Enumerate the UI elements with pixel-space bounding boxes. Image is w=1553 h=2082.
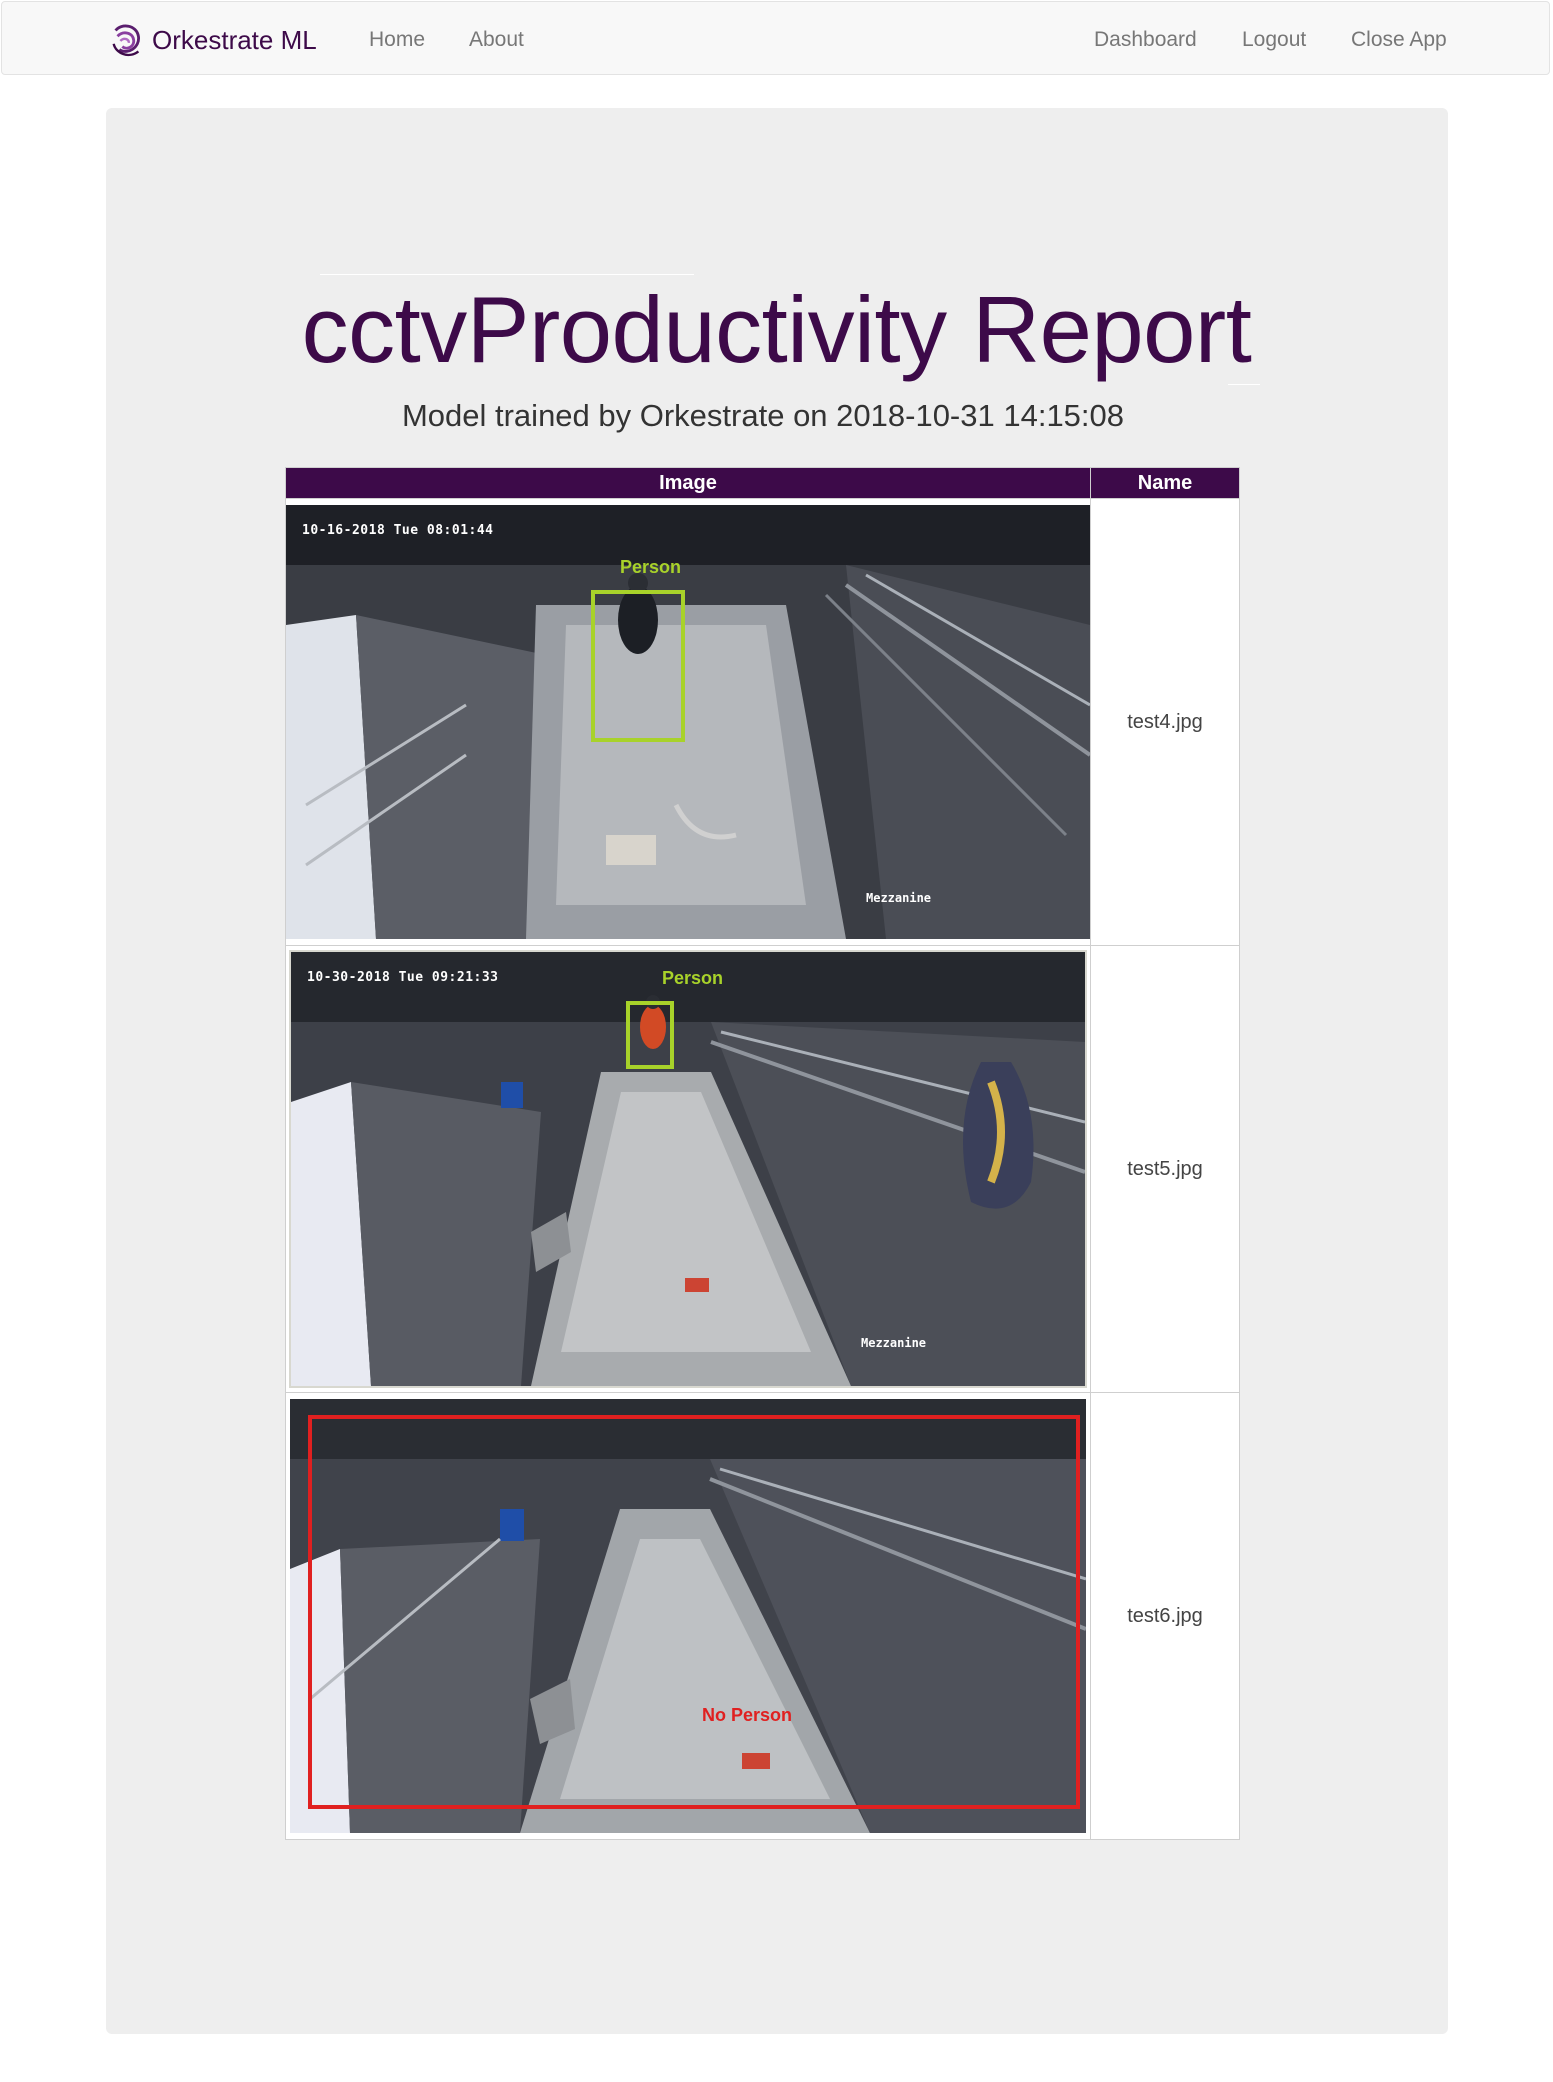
image-cell: No Person — [285, 1392, 1091, 1840]
timestamp-overlay: 10-30-2018 Tue 09:21:33 — [307, 970, 499, 985]
name-cell: test5.jpg — [1090, 945, 1240, 1393]
nav-logout[interactable]: Logout — [1242, 28, 1306, 52]
detection-box — [626, 1001, 674, 1069]
title-divider — [320, 274, 694, 275]
cctv-image-test6[interactable]: No Person — [290, 1399, 1086, 1833]
table-row: 10-16-2018 Tue 08:01:44 Mezzanine Person… — [285, 498, 1240, 946]
cctv-image-test5[interactable]: 10-30-2018 Tue 09:21:33 Mezzanine Person — [289, 950, 1087, 1388]
nav-dashboard[interactable]: Dashboard — [1094, 28, 1197, 52]
nav-close-app[interactable]: Close App — [1351, 28, 1447, 52]
table-header-row: Image Name — [285, 467, 1240, 499]
nav-home[interactable]: Home — [369, 28, 425, 52]
image-cell: 10-30-2018 Tue 09:21:33 Mezzanine Person — [285, 945, 1091, 1393]
detection-label: Person — [620, 557, 682, 577]
orkestrate-logo-icon — [112, 24, 140, 57]
report-subtitle: Model trained by Orkestrate on 2018-10-3… — [401, 398, 1125, 433]
nav-about[interactable]: About — [469, 28, 524, 52]
table-row: No Person test6.jpg — [285, 1392, 1240, 1840]
camera-label: Mezzanine — [866, 891, 932, 905]
cctv-image-test4[interactable]: 10-16-2018 Tue 08:01:44 Mezzanine Person — [286, 505, 1090, 939]
image-cell: 10-16-2018 Tue 08:01:44 Mezzanine Person — [285, 498, 1091, 946]
timestamp-overlay: 10-16-2018 Tue 08:01:44 — [302, 523, 494, 538]
column-header-image: Image — [285, 467, 1091, 499]
table-row: 10-30-2018 Tue 09:21:33 Mezzanine Person… — [285, 945, 1240, 1393]
detection-box — [591, 590, 685, 742]
detection-label: Person — [662, 968, 724, 988]
name-cell: test6.jpg — [1090, 1392, 1240, 1840]
report-table: Image Name 10-16-2018 Tue 08:01:44 Mezza… — [285, 467, 1240, 1840]
name-cell: test4.jpg — [1090, 498, 1240, 946]
title-divider-end — [1228, 384, 1260, 385]
brand-name: Orkestrate ML — [152, 24, 317, 55]
detection-label: No Person — [702, 1705, 793, 1725]
detection-box — [308, 1415, 1080, 1809]
column-header-name: Name — [1090, 467, 1240, 499]
camera-label: Mezzanine — [861, 1336, 927, 1350]
page-title: cctvProductivity Report — [301, 277, 1252, 382]
top-navbar: Orkestrate ML Home About Dashboard Logou… — [1, 1, 1550, 75]
brand-link[interactable]: Orkestrate ML — [108, 18, 317, 62]
